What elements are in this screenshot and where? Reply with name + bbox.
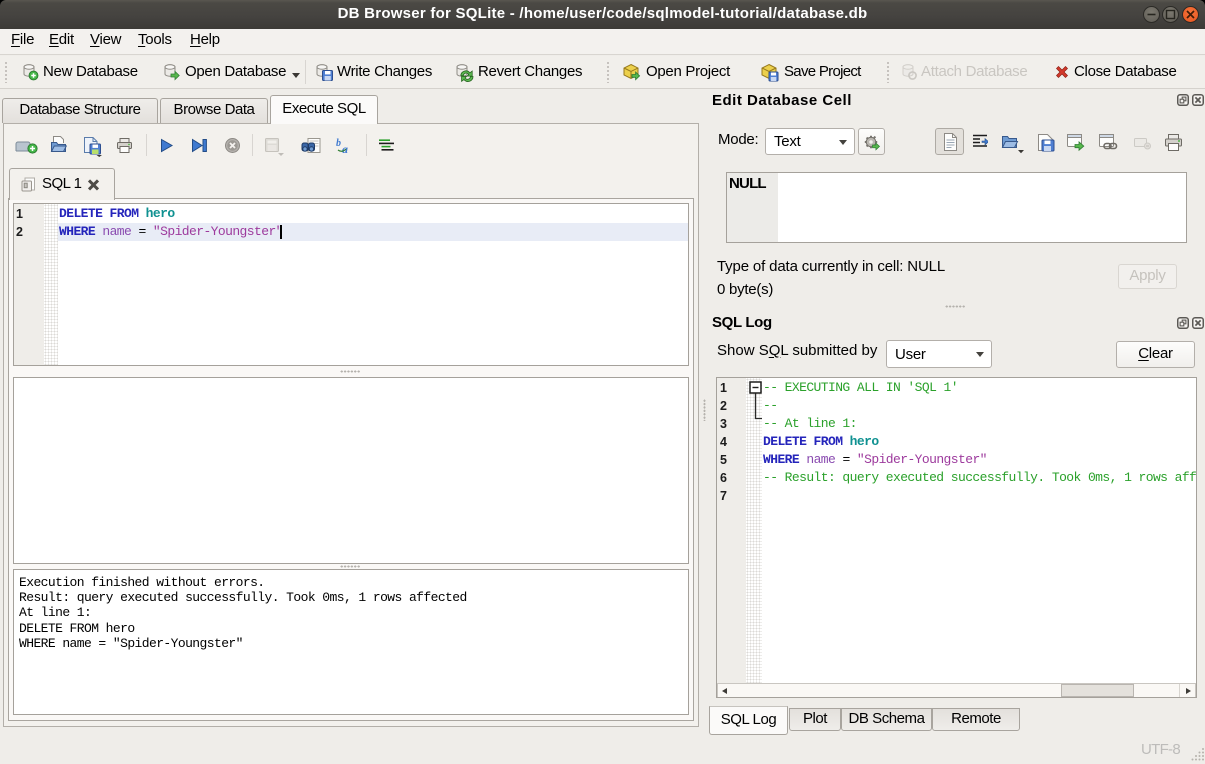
- svg-text:b: b: [336, 138, 341, 149]
- svg-text:a: a: [342, 142, 348, 155]
